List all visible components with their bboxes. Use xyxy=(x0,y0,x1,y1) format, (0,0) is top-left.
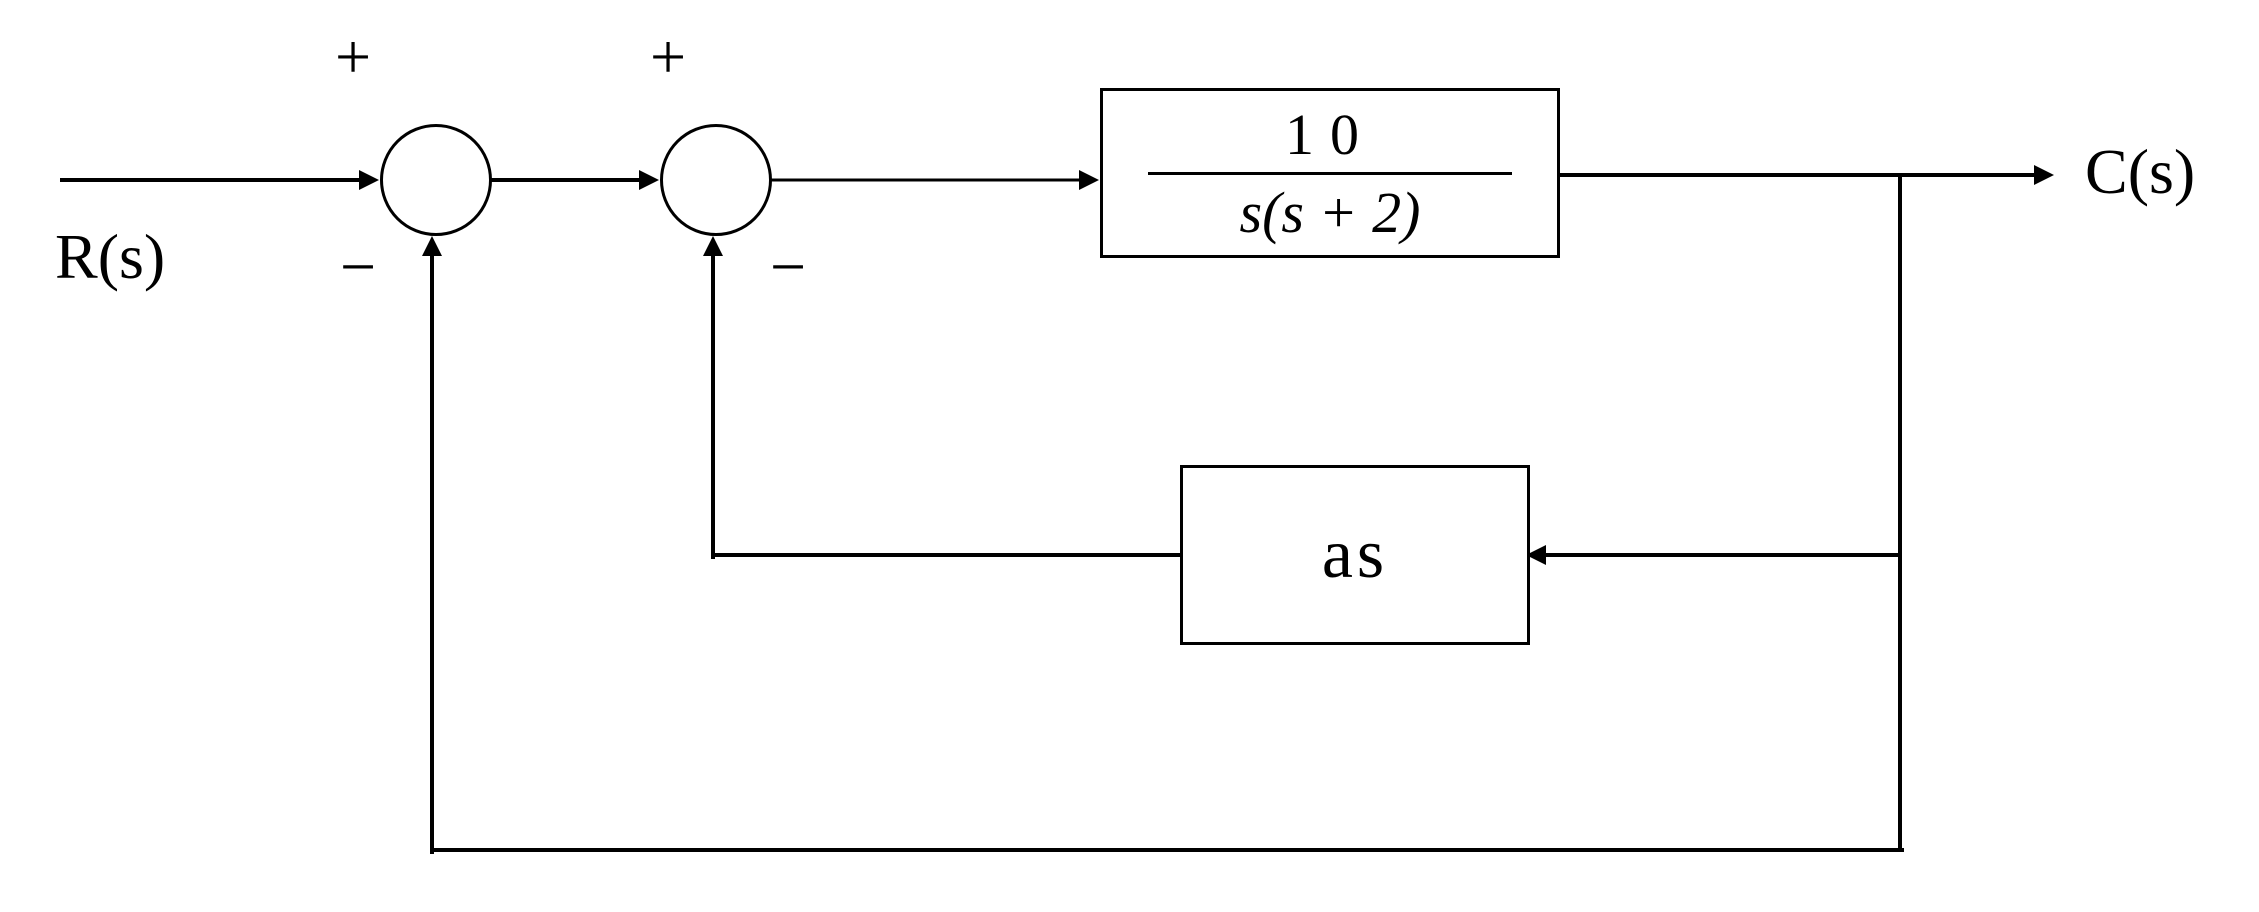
forward-transfer-block: 10 s(s + 2) xyxy=(1100,88,1560,258)
tf-denominator: s(s + 2) xyxy=(1240,179,1421,246)
inner-feedback-block: as xyxy=(1180,465,1530,645)
inner-feedback-label: as xyxy=(1322,515,1388,595)
output-label: C(s) xyxy=(2085,135,2195,209)
sum1-plus-sign: + xyxy=(335,20,371,94)
sum2-plus-sign: + xyxy=(650,20,686,94)
sum2-minus-sign: − xyxy=(770,230,806,304)
input-label: R(s) xyxy=(55,220,165,294)
summing-junction-1 xyxy=(380,124,492,236)
tf-numerator: 10 xyxy=(1277,101,1383,168)
fraction-line xyxy=(1148,172,1511,175)
summing-junction-2 xyxy=(660,124,772,236)
block-diagram: 10 s(s + 2) as R(s) C(s) + − + − xyxy=(0,0,2259,912)
sum1-minus-sign: − xyxy=(340,230,376,304)
